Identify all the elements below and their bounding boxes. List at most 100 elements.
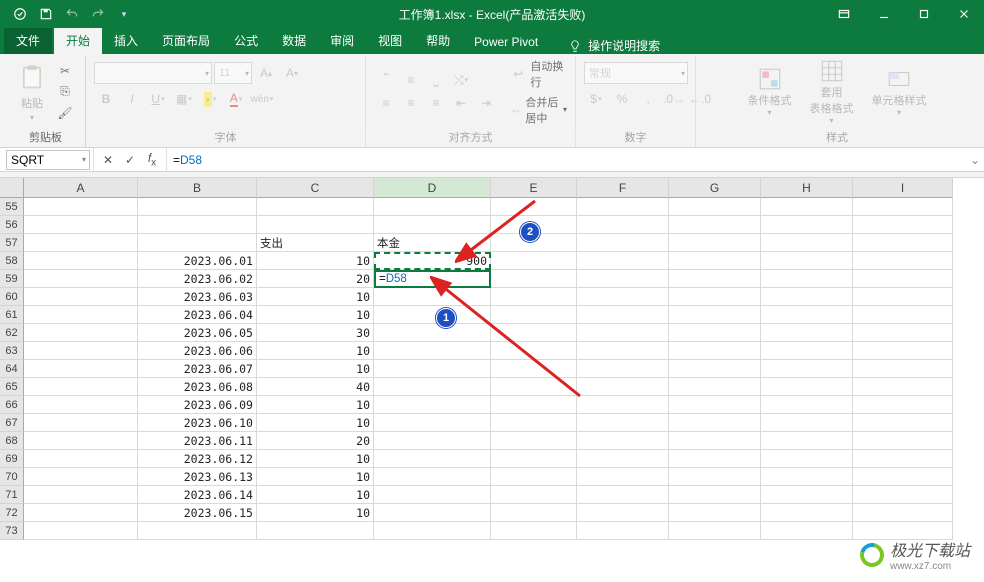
row-header-60[interactable]: 60 (0, 288, 24, 306)
cell-H56[interactable] (761, 216, 853, 234)
cell-B70[interactable]: 2023.06.13 (138, 468, 257, 486)
row-header-67[interactable]: 67 (0, 414, 24, 432)
cell-I65[interactable] (853, 378, 953, 396)
wrap-text-button[interactable]: ↩自动换行 (508, 58, 567, 90)
orientation-icon[interactable]: ⤭▾ (449, 69, 473, 91)
cell-I66[interactable] (853, 396, 953, 414)
row-header-65[interactable]: 65 (0, 378, 24, 396)
cell-B63[interactable]: 2023.06.06 (138, 342, 257, 360)
cell-A63[interactable] (24, 342, 138, 360)
cell-H55[interactable] (761, 198, 853, 216)
cell-D58[interactable]: 900 (374, 252, 491, 270)
cell-H72[interactable] (761, 504, 853, 522)
font-name-combo[interactable]: ▾ (94, 62, 212, 84)
cell-B64[interactable]: 2023.06.07 (138, 360, 257, 378)
tab-home[interactable]: 开始 (54, 27, 102, 54)
qat-customize-icon[interactable]: ▾ (112, 2, 136, 26)
cell-C60[interactable]: 10 (257, 288, 374, 306)
row-header-64[interactable]: 64 (0, 360, 24, 378)
cell-C67[interactable]: 10 (257, 414, 374, 432)
cell-B65[interactable]: 2023.06.08 (138, 378, 257, 396)
cell-G67[interactable] (669, 414, 761, 432)
cell-G61[interactable] (669, 306, 761, 324)
cell-H59[interactable] (761, 270, 853, 288)
col-header-D[interactable]: D (374, 178, 491, 198)
cell-styles-button[interactable]: 单元格样式▾ (866, 64, 933, 119)
cancel-formula-icon[interactable]: ✕ (98, 153, 118, 167)
cell-B60[interactable]: 2023.06.03 (138, 288, 257, 306)
cell-D55[interactable] (374, 198, 491, 216)
cell-E70[interactable] (491, 468, 577, 486)
cell-F67[interactable] (577, 414, 669, 432)
cell-F56[interactable] (577, 216, 669, 234)
cell-F66[interactable] (577, 396, 669, 414)
cell-F57[interactable] (577, 234, 669, 252)
cell-F55[interactable] (577, 198, 669, 216)
cell-H71[interactable] (761, 486, 853, 504)
cell-D71[interactable] (374, 486, 491, 504)
merge-center-button[interactable]: ⇔合并后居中▾ (508, 94, 567, 126)
cell-D56[interactable] (374, 216, 491, 234)
row-header-73[interactable]: 73 (0, 522, 24, 540)
cell-G69[interactable] (669, 450, 761, 468)
cell-D67[interactable] (374, 414, 491, 432)
cell-I62[interactable] (853, 324, 953, 342)
cell-F65[interactable] (577, 378, 669, 396)
cell-D61[interactable] (374, 306, 491, 324)
cell-F60[interactable] (577, 288, 669, 306)
cell-I56[interactable] (853, 216, 953, 234)
cell-F69[interactable] (577, 450, 669, 468)
row-header-59[interactable]: 59 (0, 270, 24, 288)
cell-H73[interactable] (761, 522, 853, 540)
cell-C59[interactable]: 20 (257, 270, 374, 288)
font-size-combo[interactable]: 11▾ (214, 62, 252, 84)
row-header-61[interactable]: 61 (0, 306, 24, 324)
cell-E71[interactable] (491, 486, 577, 504)
row-header-62[interactable]: 62 (0, 324, 24, 342)
cell-D64[interactable] (374, 360, 491, 378)
italic-button[interactable]: I (120, 88, 144, 110)
cell-H68[interactable] (761, 432, 853, 450)
paste-button[interactable]: 粘贴 ▾ (14, 59, 50, 124)
cell-D69[interactable] (374, 450, 491, 468)
enter-formula-icon[interactable]: ✓ (120, 153, 140, 167)
cell-A71[interactable] (24, 486, 138, 504)
cell-G63[interactable] (669, 342, 761, 360)
cell-F68[interactable] (577, 432, 669, 450)
cell-D60[interactable] (374, 288, 491, 306)
cell-F73[interactable] (577, 522, 669, 540)
cell-F62[interactable] (577, 324, 669, 342)
cell-C63[interactable]: 10 (257, 342, 374, 360)
cell-E59[interactable] (491, 270, 577, 288)
redo-icon[interactable] (86, 2, 110, 26)
cell-A61[interactable] (24, 306, 138, 324)
cell-C72[interactable]: 10 (257, 504, 374, 522)
cell-E69[interactable] (491, 450, 577, 468)
cell-E68[interactable] (491, 432, 577, 450)
cell-H62[interactable] (761, 324, 853, 342)
cell-I70[interactable] (853, 468, 953, 486)
cell-B66[interactable]: 2023.06.09 (138, 396, 257, 414)
row-header-57[interactable]: 57 (0, 234, 24, 252)
conditional-formatting-button[interactable]: 条件格式▾ (742, 64, 798, 119)
col-header-A[interactable]: A (24, 178, 138, 198)
cell-E72[interactable] (491, 504, 577, 522)
cell-C64[interactable]: 10 (257, 360, 374, 378)
cell-D63[interactable] (374, 342, 491, 360)
cell-G57[interactable] (669, 234, 761, 252)
tab-data[interactable]: 数据 (270, 27, 318, 54)
cell-A58[interactable] (24, 252, 138, 270)
format-as-table-button[interactable]: 套用表格格式▾ (804, 56, 860, 127)
cell-C70[interactable]: 10 (257, 468, 374, 486)
col-header-H[interactable]: H (761, 178, 853, 198)
cell-F59[interactable] (577, 270, 669, 288)
copy-icon[interactable]: ⎘ (54, 82, 76, 102)
cell-E66[interactable] (491, 396, 577, 414)
cell-E73[interactable] (491, 522, 577, 540)
cell-G60[interactable] (669, 288, 761, 306)
cell-F63[interactable] (577, 342, 669, 360)
col-header-B[interactable]: B (138, 178, 257, 198)
cell-A65[interactable] (24, 378, 138, 396)
cell-E63[interactable] (491, 342, 577, 360)
tab-file[interactable]: 文件 (4, 27, 52, 54)
